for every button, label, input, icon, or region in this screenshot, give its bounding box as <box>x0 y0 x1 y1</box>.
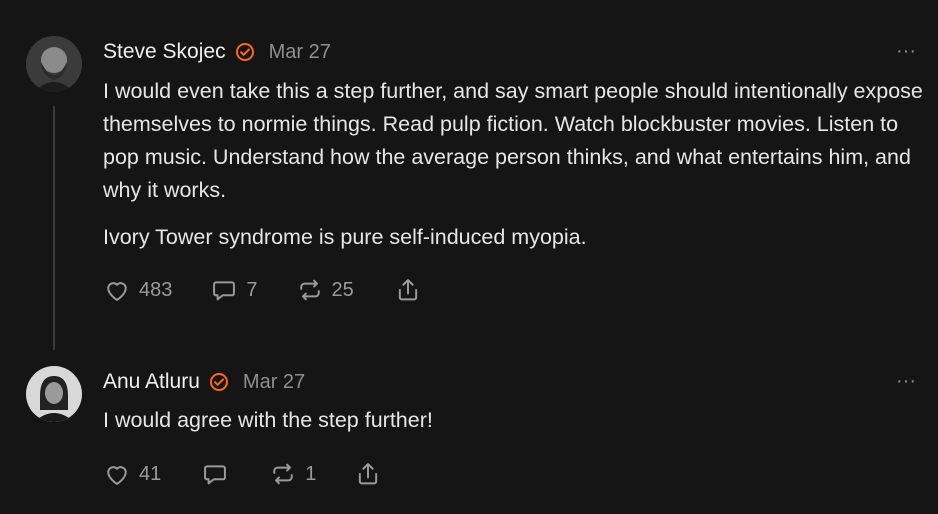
author-name[interactable]: Anu Atluru <box>103 370 200 394</box>
comment-paragraph: Ivory Tower syndrome is pure self-induce… <box>103 225 587 249</box>
more-icon[interactable]: ··· <box>896 40 916 63</box>
comment-paragraph: I would even take this a step further, a… <box>103 79 923 202</box>
like-count: 483 <box>139 278 173 301</box>
restack-icon <box>269 460 297 488</box>
restack-icon <box>296 276 324 304</box>
share-icon <box>394 276 422 304</box>
restack-button[interactable]: 1 <box>269 460 316 488</box>
restack-count: 25 <box>331 278 354 301</box>
comment-actions: 41 1 <box>103 459 382 489</box>
comment-date[interactable]: Mar 27 <box>243 371 305 394</box>
comment-header: Steve Skojec Mar 27 <box>103 38 331 66</box>
more-icon[interactable]: ··· <box>896 370 916 393</box>
like-count: 41 <box>139 462 162 485</box>
restack-button[interactable]: 25 <box>296 276 354 304</box>
verified-badge-icon <box>235 42 255 62</box>
like-button[interactable]: 483 <box>103 276 172 304</box>
author-name[interactable]: Steve Skojec <box>103 40 226 64</box>
comment-icon <box>210 276 238 304</box>
share-button[interactable] <box>354 460 382 488</box>
avatar-image <box>26 36 82 92</box>
avatar-image <box>26 366 82 422</box>
heart-icon <box>103 460 131 488</box>
comment-header: Anu Atluru Mar 27 <box>103 368 305 396</box>
comment-actions: 483 7 25 <box>103 275 422 305</box>
comment-body: I would even take this a step further, a… <box>103 75 923 254</box>
comment-body: I would agree with the step further! <box>103 404 923 437</box>
reply-count: 7 <box>246 278 258 301</box>
heart-icon <box>103 276 131 304</box>
share-icon <box>354 460 382 488</box>
share-button[interactable] <box>394 276 422 304</box>
comment-date[interactable]: Mar 27 <box>269 41 331 64</box>
thread-line <box>53 106 55 350</box>
avatar[interactable] <box>26 366 82 422</box>
avatar[interactable] <box>26 36 82 92</box>
reply-button[interactable]: 7 <box>210 276 258 304</box>
reply-button[interactable] <box>201 460 229 488</box>
comment-icon <box>201 460 229 488</box>
restack-count: 1 <box>305 462 317 485</box>
like-button[interactable]: 41 <box>103 460 161 488</box>
verified-badge-icon <box>209 372 229 392</box>
comment-paragraph: I would agree with the step further! <box>103 408 433 432</box>
